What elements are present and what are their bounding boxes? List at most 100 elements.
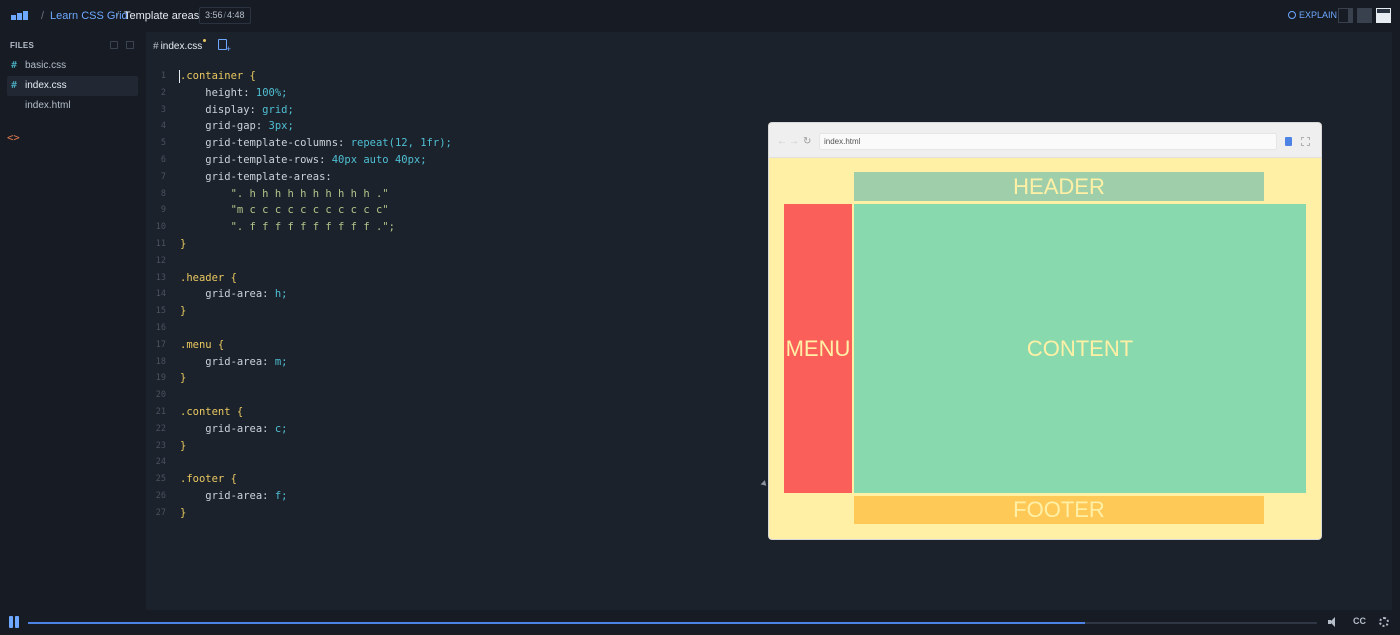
code-line[interactable]: 21 .content { (146, 404, 766, 421)
code-line[interactable]: 5 grid-template-columns: repeat(12, 1fr)… (146, 135, 766, 152)
text-caret (179, 70, 180, 83)
code-line[interactable]: 26 grid-area: f; (146, 488, 766, 505)
line-number: 20 (155, 390, 166, 401)
preview-url-field[interactable]: index.html (819, 133, 1277, 150)
grid-area-footer: FOOTER (854, 496, 1264, 524)
preview-browser-bar: ← → ↻ index.html (769, 123, 1321, 158)
code-line[interactable]: 17 .menu { (146, 337, 766, 354)
forward-arrow-icon[interactable]: → (789, 137, 799, 147)
time-current: 3:56 (205, 10, 223, 20)
css-file-icon: # (153, 41, 159, 52)
code-line[interactable]: 14 grid-area: h; (146, 286, 766, 303)
code-line[interactable]: 12 (146, 253, 766, 270)
code-line[interactable]: 1 .container { (146, 68, 766, 85)
unsaved-dot-icon (203, 39, 207, 42)
code-line[interactable]: 4 grid-gap: 3px; (146, 118, 766, 135)
line-text: .container { (180, 70, 256, 82)
code-line[interactable]: 18 grid-area: m; (146, 354, 766, 371)
code-line[interactable]: 11} (146, 236, 766, 253)
line-number: 21 (155, 406, 166, 417)
file-item-index-css[interactable]: # index.css (7, 76, 138, 96)
code-line[interactable]: 27} (146, 505, 766, 522)
line-number: 5 (160, 138, 166, 149)
top-bar: / Learn CSS Grid / Template areas 3:56/4… (0, 0, 1400, 32)
line-text: grid-area: m; (180, 355, 288, 368)
settings-gear-icon[interactable] (1379, 617, 1389, 627)
time-divider: / (223, 10, 227, 20)
line-number: 4 (160, 121, 166, 132)
code-line[interactable]: 13 .header { (146, 270, 766, 287)
explain-icon (1288, 11, 1296, 19)
pause-button[interactable] (9, 616, 20, 628)
layout-preview-button[interactable] (1376, 8, 1391, 23)
line-text: grid-template-rows: 40px auto 40px; (180, 153, 427, 166)
file-item-index-html[interactable]: <> index.html (7, 96, 138, 144)
line-text: grid-area: c; (180, 422, 288, 435)
reload-icon[interactable]: ↻ (803, 137, 811, 147)
code-line[interactable]: 25 .footer { (146, 471, 766, 488)
code-lines[interactable]: 1 .container {2 height: 100%; 3 display: g… (146, 68, 766, 522)
new-folder-icon[interactable] (126, 41, 134, 49)
breadcrumb-separator: / (41, 10, 45, 22)
code-line[interactable]: 7 grid-template-areas: (146, 169, 766, 186)
code-line[interactable]: 10 ". f f f f f f f f f f ."; (146, 219, 766, 236)
code-line[interactable]: 2 height: 100%; (146, 85, 766, 102)
file-name: basic.css (25, 60, 67, 71)
add-file-icon[interactable] (218, 39, 231, 54)
line-number: 7 (160, 171, 166, 182)
line-number: 1 (160, 71, 166, 81)
progress-track[interactable] (28, 622, 1317, 624)
code-line[interactable]: 24 (146, 454, 766, 471)
code-line[interactable]: 6 grid-template-rows: 40px auto 40px; (146, 152, 766, 169)
scrimba-logo-icon[interactable] (11, 11, 31, 21)
layout-split-button[interactable] (1357, 8, 1372, 23)
progress-fill (28, 622, 1085, 624)
line-number: 27 (155, 507, 166, 518)
line-number: 16 (155, 322, 166, 333)
code-line[interactable]: 19} (146, 370, 766, 387)
editor-tab-index-css[interactable]: # index.css (153, 39, 207, 53)
line-text: grid-gap: 3px; (180, 120, 294, 133)
file-sidebar: FILES # basic.css # index.css <> index.h… (0, 32, 146, 610)
line-number: 23 (155, 440, 166, 451)
timecode: 3:56/4:48 (199, 7, 251, 24)
code-line[interactable]: 20 (146, 387, 766, 404)
file-name: index.css (25, 80, 67, 91)
code-line[interactable]: 23} (146, 438, 766, 455)
file-item-basic-css[interactable]: # basic.css (7, 56, 138, 76)
fullscreen-icon[interactable] (1301, 137, 1310, 146)
explain-button[interactable]: EXPLAIN (1288, 10, 1337, 20)
line-number: 26 (155, 490, 166, 501)
volume-icon[interactable] (1328, 617, 1339, 627)
line-number: 8 (160, 188, 166, 199)
css-file-icon: # (11, 60, 18, 71)
code-line[interactable]: 3 display: grid; (146, 102, 766, 119)
code-line[interactable]: 15} (146, 303, 766, 320)
line-number: 22 (155, 423, 166, 434)
line-number: 17 (155, 339, 166, 350)
line-number: 25 (155, 474, 166, 485)
preview-window[interactable]: ← → ↻ index.html HEADER MENU CONTENT FOO… (769, 123, 1321, 539)
code-line[interactable]: 8 ". h h h h h h h h h h ." (146, 186, 766, 203)
pin-icon[interactable] (1285, 137, 1292, 146)
line-text: } (180, 237, 187, 250)
line-text: ". h h h h h h h h h h ." (180, 187, 389, 200)
line-text: height: 100%; (180, 86, 288, 99)
line-number: 2 (160, 87, 166, 98)
player-controls: CC (0, 610, 1400, 635)
new-file-icon[interactable] (110, 41, 118, 49)
back-arrow-icon[interactable]: ← (777, 137, 787, 147)
line-number: 6 (160, 154, 166, 165)
code-line[interactable]: 22 grid-area: c; (146, 421, 766, 438)
line-text: } (180, 305, 187, 318)
line-text: .content { (180, 405, 244, 418)
layout-sidebar-button[interactable] (1338, 8, 1353, 23)
line-number: 18 (155, 356, 166, 367)
captions-button[interactable]: CC (1353, 616, 1366, 626)
code-line[interactable]: 9 "m c c c c c c c c c c c" (146, 202, 766, 219)
line-number: 14 (155, 289, 166, 300)
code-line[interactable]: 16 (146, 320, 766, 337)
css-file-icon: # (11, 80, 18, 91)
line-number: 11 (155, 238, 166, 249)
explain-label: EXPLAIN (1299, 10, 1338, 20)
